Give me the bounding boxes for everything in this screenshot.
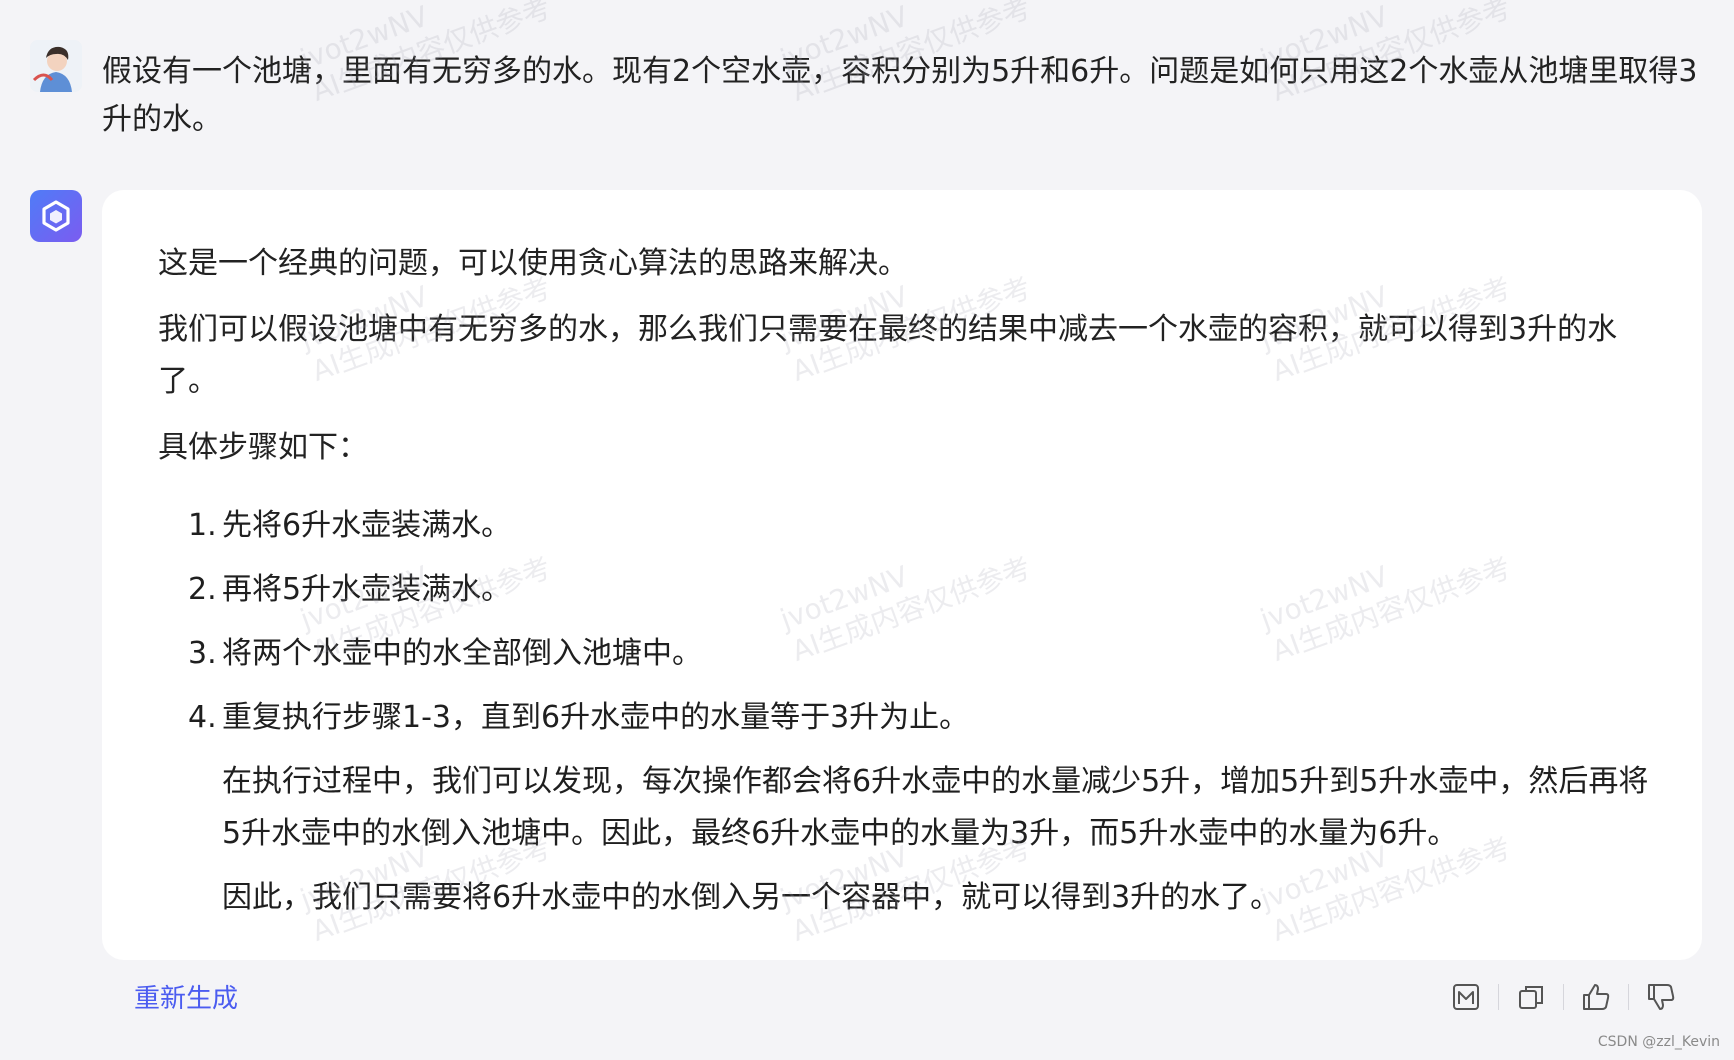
answer-body: 这是一个经典的问题，可以使用贪心算法的思路来解决。 我们可以假设池塘中有无穷多的…	[158, 238, 1658, 936]
step-number: 3.	[188, 636, 217, 671]
step-explanation: 在执行过程中，我们可以发现，每次操作都会将6升水壶中的水量减少5升，增加5升到5…	[222, 764, 1649, 851]
source-credit: CSDN @zzl_Kevin	[1597, 1034, 1720, 1050]
steps-title: 具体步骤如下：	[158, 430, 368, 465]
assistant-avatar	[30, 190, 82, 242]
step-text: 将两个水壶中的水全部倒入池塘中。	[222, 636, 702, 671]
divider	[1628, 984, 1629, 1010]
step-number: 2.	[188, 572, 217, 607]
list-item: 3. 将两个水壶中的水全部倒入池塘中。	[158, 628, 1658, 680]
user-avatar-image	[30, 40, 82, 92]
answer-paragraph: 我们可以假设池塘中有无穷多的水，那么我们只需要在最终的结果中减去一个水壶的容积，…	[158, 312, 1618, 399]
step-number: 1.	[188, 508, 217, 543]
step-text: 先将6升水壶装满水。	[222, 508, 512, 543]
divider	[1563, 984, 1564, 1010]
copy-button[interactable]	[1510, 976, 1552, 1018]
answer-actions	[1445, 976, 1682, 1018]
report-icon	[1453, 984, 1479, 1010]
step-text: 再将5升水壶装满水。	[222, 572, 512, 607]
assistant-logo-icon	[42, 200, 70, 232]
user-avatar	[30, 40, 82, 92]
step-conclusion: 因此，我们只需要将6升水壶中的水倒入另一个容器中，就可以得到3升的水了。	[222, 880, 1281, 915]
assistant-answer-card: 这是一个经典的问题，可以使用贪心算法的思路来解决。 我们可以假设池塘中有无穷多的…	[102, 190, 1702, 960]
list-item: 2. 再将5升水壶装满水。	[158, 564, 1658, 616]
answer-intro: 这是一个经典的问题，可以使用贪心算法的思路来解决。	[158, 246, 908, 281]
regenerate-button[interactable]: 重新生成	[134, 978, 238, 1015]
step-text: 重复执行步骤1-3，直到6升水壶中的水量等于3升为止。	[222, 700, 970, 735]
thumbs-down-button[interactable]	[1640, 976, 1682, 1018]
divider	[1498, 984, 1499, 1010]
list-item: 4. 重复执行步骤1-3，直到6升水壶中的水量等于3升为止。	[158, 692, 1658, 744]
thumbs-down-icon	[1648, 984, 1675, 1010]
thumbs-up-button[interactable]	[1575, 976, 1617, 1018]
step-number: 4.	[188, 700, 217, 735]
chat-page: 假设有一个池塘，里面有无穷多的水。现有2个空水壶，容积分别为5升和6升。问题是如…	[0, 0, 1734, 1060]
steps-list: 1. 先将6升水壶装满水。 2. 再将5升水壶装满水。 3. 将两个水壶中的水全…	[158, 500, 1658, 924]
thumbs-up-icon	[1583, 984, 1610, 1010]
user-message-text: 假设有一个池塘，里面有无穷多的水。现有2个空水壶，容积分别为5升和6升。问题是如…	[102, 54, 1698, 137]
report-button[interactable]	[1445, 976, 1487, 1018]
list-item: 1. 先将6升水壶装满水。	[158, 500, 1658, 552]
copy-icon	[1519, 986, 1543, 1009]
